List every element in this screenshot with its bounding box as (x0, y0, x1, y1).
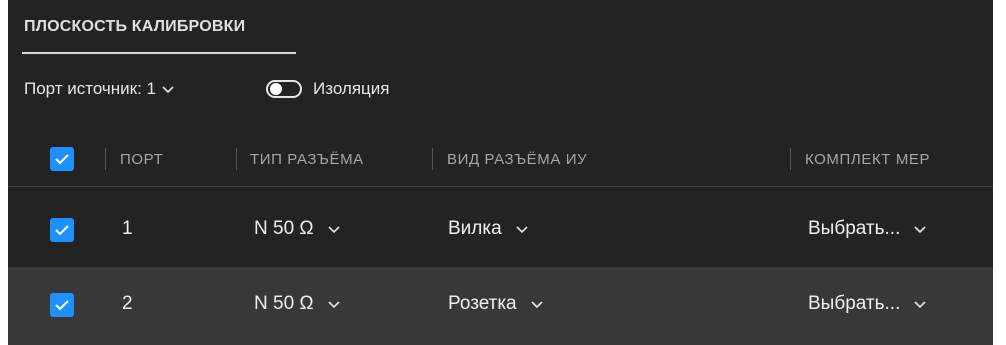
chevron-down-icon (162, 86, 174, 94)
column-separator (105, 148, 106, 170)
row-checkbox[interactable] (50, 218, 74, 242)
connector-gender-dropdown[interactable]: Розетка (448, 293, 545, 315)
check-icon (55, 225, 69, 236)
table-row: 1 N 50 Ω Вилка Выбрать... (8, 191, 993, 267)
isolation-toggle[interactable] (266, 80, 302, 98)
column-separator (236, 148, 237, 170)
chevron-down-icon (914, 226, 926, 234)
port-number: 1 (122, 218, 133, 239)
row-checkbox[interactable] (50, 293, 74, 317)
cal-kit-value: Выбрать... (808, 218, 901, 239)
header-cal-kit: КОМПЛЕКТ МЕР (805, 151, 931, 168)
connector-type-dropdown[interactable]: N 50 Ω (254, 293, 342, 315)
header-port: ПОРТ (120, 151, 164, 168)
select-all-checkbox[interactable] (50, 147, 74, 171)
connector-gender-dropdown[interactable]: Вилка (448, 218, 530, 240)
table-header: ПОРТ ТИП РАЗЪЁМА ВИД РАЗЪЁМА ИУ КОМПЛЕКТ… (8, 134, 993, 187)
section-title-underline (22, 52, 296, 54)
toggle-knob (270, 83, 282, 95)
port-source-dropdown[interactable]: Порт источник: 1 (24, 78, 176, 100)
cal-kit-dropdown[interactable]: Выбрать... (808, 218, 928, 240)
connector-type-value: N 50 Ω (254, 293, 314, 314)
header-connector-type: ТИП РАЗЪЁМА (250, 151, 364, 168)
check-icon (55, 154, 69, 165)
connector-type-dropdown[interactable]: N 50 Ω (254, 218, 342, 240)
column-separator (790, 148, 791, 170)
calibration-plane-panel: ПЛОСКОСТЬ КАЛИБРОВКИ Порт источник: 1 Из… (8, 0, 993, 345)
chevron-down-icon (328, 226, 340, 234)
column-separator (432, 148, 433, 170)
port-source-label: Порт источник: 1 (24, 79, 157, 98)
port-number: 2 (122, 293, 133, 314)
table-row: 2 N 50 Ω Розетка Выбрать... (8, 267, 993, 345)
header-connector-gender: ВИД РАЗЪЁМА ИУ (447, 151, 588, 168)
isolation-label: Изоляция (313, 79, 390, 98)
section-title: ПЛОСКОСТЬ КАЛИБРОВКИ (24, 18, 246, 35)
chevron-down-icon (328, 301, 340, 309)
connector-type-value: N 50 Ω (254, 218, 314, 239)
check-icon (55, 300, 69, 311)
connector-gender-value: Вилка (448, 218, 502, 239)
cal-kit-dropdown[interactable]: Выбрать... (808, 293, 928, 315)
chevron-down-icon (516, 226, 528, 234)
chevron-down-icon (531, 301, 543, 309)
cal-kit-value: Выбрать... (808, 293, 901, 314)
chevron-down-icon (914, 301, 926, 309)
connector-gender-value: Розетка (448, 293, 517, 314)
